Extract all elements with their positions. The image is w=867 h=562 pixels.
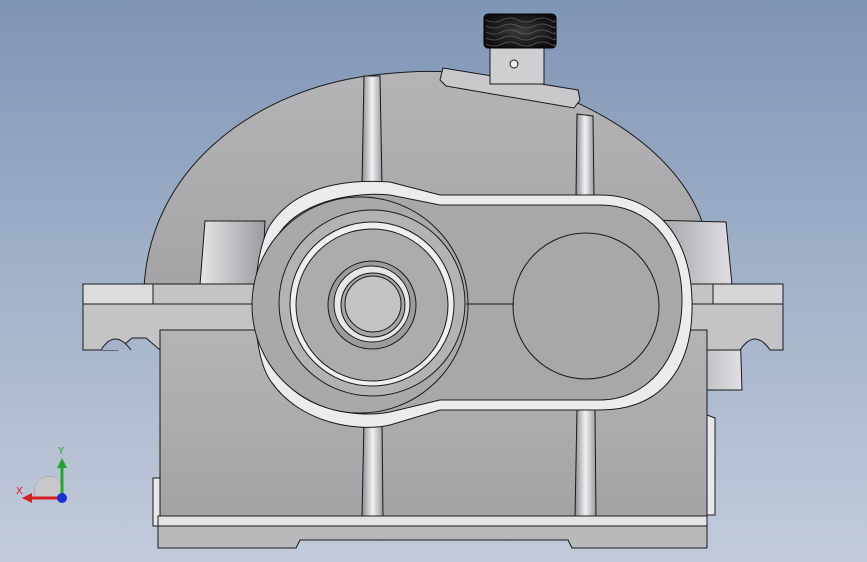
3d-graphics-viewport[interactable]: Y X: [0, 0, 867, 562]
y-axis-label: Y: [57, 446, 65, 457]
z-axis-dot: [57, 493, 67, 503]
x-axis-label: X: [16, 486, 23, 497]
triad-plane-icon: [34, 475, 63, 499]
output-bearing-cover[interactable]: [512, 232, 660, 380]
gearbox-model[interactable]: [0, 0, 867, 562]
input-bearing-cover[interactable]: [251, 196, 469, 414]
axis-triad: Y X: [16, 446, 67, 503]
x-arrow-icon: [22, 493, 32, 503]
y-arrow-icon: [57, 458, 67, 468]
base-plate[interactable]: [157, 515, 708, 549]
